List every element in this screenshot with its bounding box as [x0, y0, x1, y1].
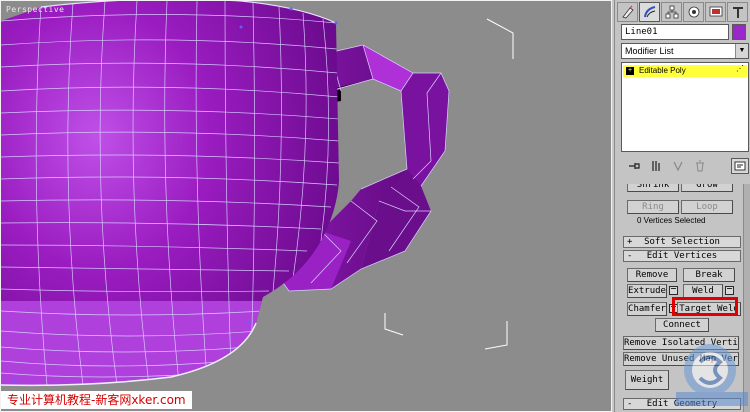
hierarchy-tab[interactable]	[661, 2, 682, 22]
configure-sets-button[interactable]	[731, 158, 749, 174]
modify-tab[interactable]	[639, 2, 660, 22]
weld-settings-icon[interactable]	[725, 286, 734, 295]
selection-info: 0 Vertices Selected	[637, 216, 706, 225]
viewport-label[interactable]: Perspective	[6, 5, 64, 14]
ring-button[interactable]: Ring	[627, 200, 679, 214]
configure-icon	[734, 161, 746, 171]
logo-watermark	[676, 344, 748, 406]
make-unique-button[interactable]	[669, 158, 687, 174]
modifier-list-label: Modifier List	[625, 46, 674, 56]
utilities-tab[interactable]	[727, 2, 748, 22]
cup-body	[1, 1, 339, 386]
stack-item-label: Editable Poly	[639, 66, 686, 75]
pin-stack-button[interactable]	[625, 158, 643, 174]
modifier-stack[interactable]: + Editable Poly ⋰	[621, 62, 749, 152]
display-icon	[709, 6, 722, 17]
perspective-viewport[interactable]: Perspective 专业计算机教程-新客网xker.com	[0, 0, 612, 412]
max-window: Perspective 专业计算机教程-新客网xker.com Line01 M…	[0, 0, 750, 412]
rollout-sign: -	[627, 251, 633, 261]
shrink-button[interactable]: Shrink	[627, 184, 679, 192]
sparkle-icon: ⋰	[736, 64, 744, 73]
trash-icon	[696, 160, 704, 172]
modifier-list-dropdown[interactable]: Modifier List ▼	[621, 43, 749, 59]
end-result-icon	[652, 161, 660, 171]
rollout-sign: -	[627, 399, 633, 409]
site-watermark: 专业计算机教程-新客网xker.com	[1, 391, 192, 409]
connect-button[interactable]: Connect	[655, 318, 709, 332]
display-tab[interactable]	[705, 2, 726, 22]
motion-icon	[688, 6, 699, 18]
rollout-edit-vertices[interactable]: - Edit Vertices	[623, 250, 741, 262]
remove-button[interactable]: Remove	[627, 268, 677, 282]
weld-button[interactable]: Weld	[683, 284, 723, 298]
make-unique-icon	[673, 161, 683, 172]
modify-icon	[643, 6, 655, 18]
pin-icon	[629, 163, 640, 169]
rollout-title: Edit Vertices	[646, 251, 718, 261]
chevron-down-icon: ▼	[735, 44, 748, 58]
rollout-title: Soft Selection	[644, 237, 720, 247]
remove-modifier-button[interactable]	[691, 158, 709, 174]
object-name-field[interactable]: Line01	[621, 24, 729, 40]
break-button[interactable]: Break	[683, 268, 735, 282]
hierarchy-icon	[665, 5, 678, 19]
rollout-sign: +	[627, 237, 633, 247]
create-icon	[621, 5, 634, 19]
create-tab[interactable]	[617, 2, 638, 22]
show-end-result-button[interactable]	[647, 158, 665, 174]
object-name-row: Line01	[621, 24, 749, 40]
grow-button[interactable]: Grow	[681, 184, 733, 192]
extrude-settings-icon[interactable]	[669, 286, 678, 295]
chamfer-button[interactable]: Chamfer	[627, 302, 667, 316]
object-color-swatch[interactable]	[732, 24, 746, 40]
extrude-button[interactable]: Extrude	[627, 284, 667, 298]
loop-button[interactable]: Loop	[681, 200, 733, 214]
cup-mesh	[1, 1, 514, 387]
stack-item-editable-poly[interactable]: + Editable Poly ⋰	[623, 64, 747, 77]
command-panel-tabs	[617, 2, 749, 22]
target-weld-highlight	[672, 297, 738, 316]
expand-icon[interactable]: +	[626, 67, 634, 75]
motion-tab[interactable]	[683, 2, 704, 22]
stack-toolbar	[621, 156, 749, 176]
rollout-soft-selection[interactable]: + Soft Selection	[623, 236, 741, 248]
weight-button[interactable]: Weight	[625, 370, 669, 390]
utilities-icon	[732, 7, 743, 18]
